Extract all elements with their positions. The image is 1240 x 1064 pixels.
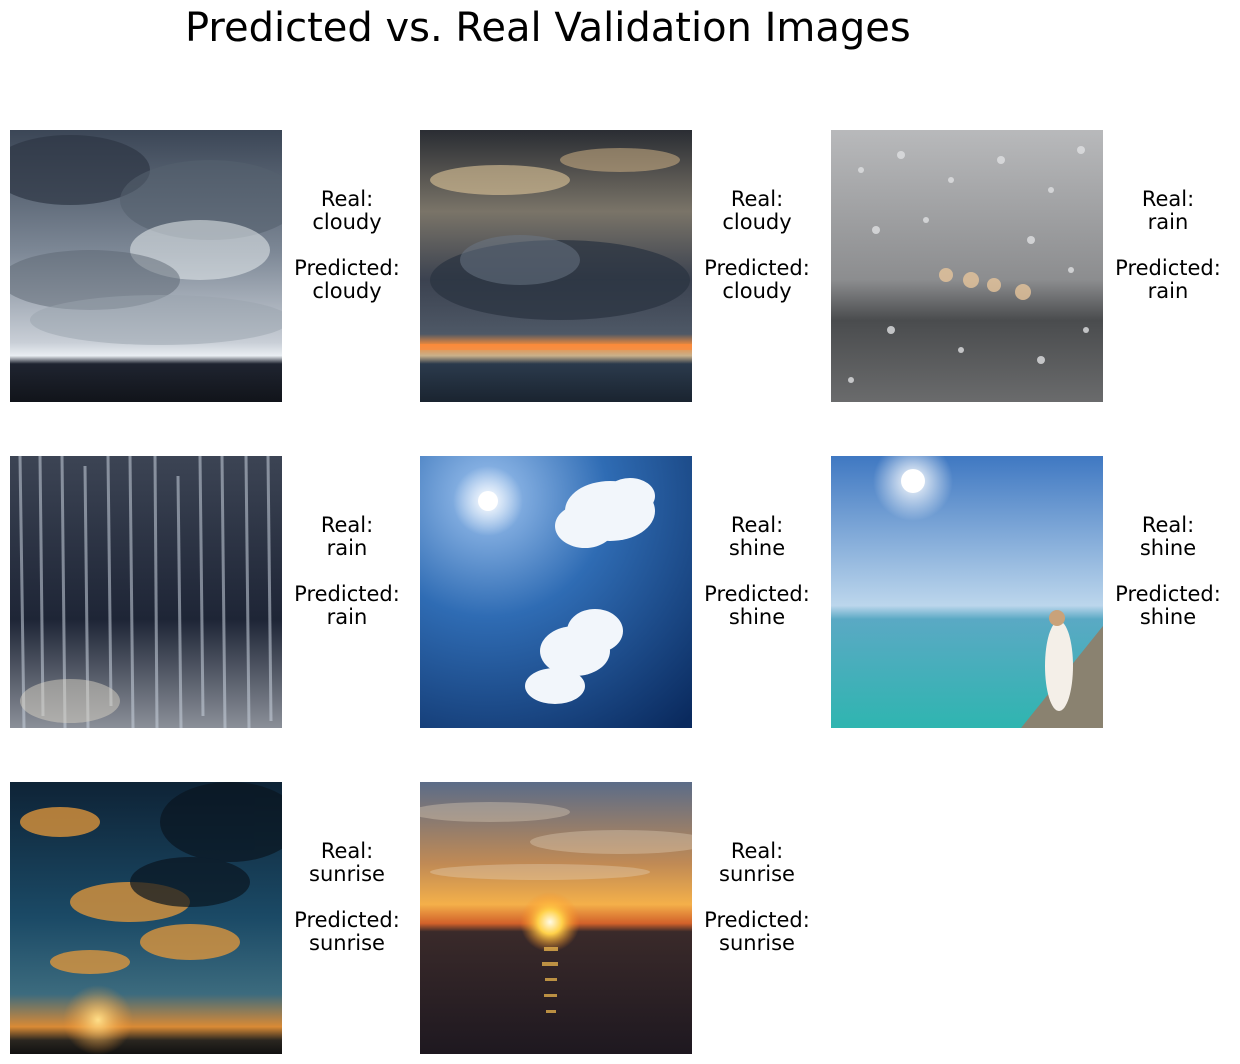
real-class: shine <box>728 536 786 560</box>
real-label: Real: <box>1141 187 1195 211</box>
predicted-class: cloudy <box>722 279 792 303</box>
sample-cell-2: Real: cloudy Predicted: cloudy <box>420 130 830 402</box>
sample-caption-2: Real: cloudy Predicted: cloudy <box>682 188 832 303</box>
real-label: Real: <box>320 513 374 537</box>
real-class: cloudy <box>312 210 382 234</box>
real-label: Real: <box>730 187 784 211</box>
sample-cell-1: Real: cloudy Predicted: cloudy <box>10 130 420 402</box>
real-class: sunrise <box>719 862 795 886</box>
sample-cell-8: Real: sunrise Predicted: sunrise <box>420 782 830 1054</box>
real-label: Real: <box>730 513 784 537</box>
sample-caption-5: Real: shine Predicted: shine <box>682 514 832 629</box>
predicted-class: cloudy <box>312 279 382 303</box>
predicted-class: rain <box>326 605 368 629</box>
real-class: shine <box>1139 536 1197 560</box>
real-label: Real: <box>320 187 374 211</box>
sample-image-1 <box>10 130 282 402</box>
predicted-class: shine <box>728 605 786 629</box>
sample-caption-4: Real: rain Predicted: rain <box>272 514 422 629</box>
sample-caption-6: Real: shine Predicted: shine <box>1093 514 1240 629</box>
sample-cell-3: Real: rain Predicted: rain <box>831 130 1240 402</box>
sample-cell-5: Real: shine Predicted: shine <box>420 456 830 728</box>
sample-image-5 <box>420 456 692 728</box>
sample-caption-8: Real: sunrise Predicted: sunrise <box>682 840 832 955</box>
sample-image-3 <box>831 130 1103 402</box>
predicted-label: Predicted: <box>294 908 400 932</box>
predicted-class: sunrise <box>719 931 795 955</box>
real-label: Real: <box>730 839 784 863</box>
sample-caption-7: Real: sunrise Predicted: sunrise <box>272 840 422 955</box>
real-label: Real: <box>320 839 374 863</box>
predicted-label: Predicted: <box>1115 256 1221 280</box>
real-class: sunrise <box>309 862 385 886</box>
predicted-class: shine <box>1139 605 1197 629</box>
sample-image-8 <box>420 782 692 1054</box>
predicted-label: Predicted: <box>1115 582 1221 606</box>
predicted-label: Predicted: <box>704 256 810 280</box>
real-class: cloudy <box>722 210 792 234</box>
predicted-label: Predicted: <box>704 582 810 606</box>
sample-cell-6: Real: shine Predicted: shine <box>831 456 1240 728</box>
sample-image-4 <box>10 456 282 728</box>
real-class: rain <box>326 536 368 560</box>
sample-image-2 <box>420 130 692 402</box>
real-class: rain <box>1147 210 1189 234</box>
predicted-class: rain <box>1147 279 1189 303</box>
sample-caption-1: Real: cloudy Predicted: cloudy <box>272 188 422 303</box>
predicted-label: Predicted: <box>294 582 400 606</box>
sample-caption-3: Real: rain Predicted: rain <box>1093 188 1240 303</box>
predicted-label: Predicted: <box>294 256 400 280</box>
sample-image-7 <box>10 782 282 1054</box>
real-label: Real: <box>1141 513 1195 537</box>
predicted-label: Predicted: <box>704 908 810 932</box>
sample-cell-4: Real: rain Predicted: rain <box>10 456 420 728</box>
sample-cell-7: Real: sunrise Predicted: sunrise <box>10 782 420 1054</box>
predicted-class: sunrise <box>309 931 385 955</box>
figure-title: Predicted vs. Real Validation Images <box>185 5 911 51</box>
sample-image-6 <box>831 456 1103 728</box>
